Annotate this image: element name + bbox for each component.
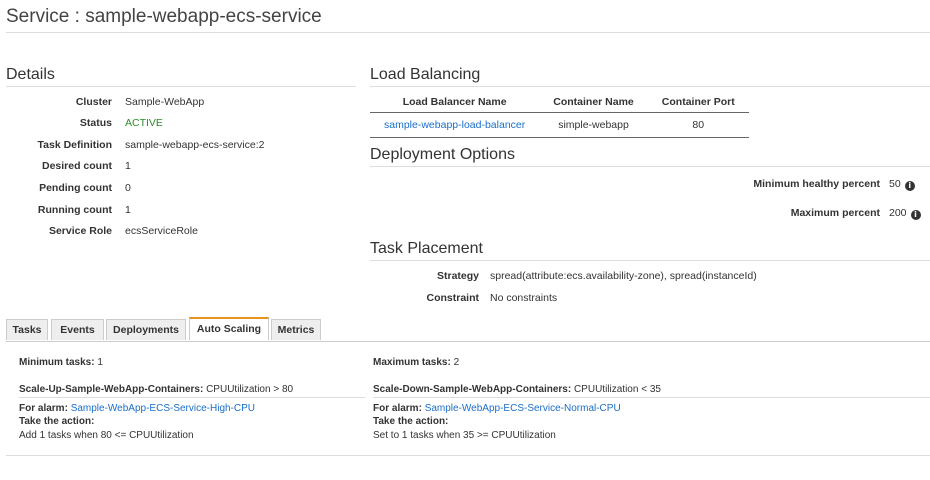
tab-events[interactable]: Events (51, 319, 104, 340)
running-count-label: Running count (37, 204, 112, 216)
scale-up-action: Add 1 tasks when 80 <= CPUUtilization (19, 430, 194, 441)
constraint-label: Constraint (426, 292, 480, 304)
details-title: Details (6, 66, 55, 83)
scale-down-action: Set to 1 tasks when 35 >= CPUUtilization (373, 430, 556, 441)
scale-down-alarm-label: For alarm: (373, 403, 422, 414)
min-healthy-percent-label: Minimum healthy percent (753, 178, 880, 190)
scale-up-condition: CPUUtilization > 80 (206, 384, 294, 395)
scale-up-alarm: For alarm: Sample-WebApp-ECS-Service-Hig… (19, 403, 255, 414)
panel-bottom-divider (6, 455, 930, 456)
cluster-label: Cluster (75, 96, 112, 108)
lb-name-cell: sample-webapp-load-balancer (370, 112, 540, 138)
scale-up-action-label: Take the action: (19, 416, 95, 427)
scale-down-condition: CPUUtilization < 35 (573, 384, 661, 395)
scale-up-divider (19, 397, 365, 398)
constraint-value: No constraints (490, 292, 558, 304)
load-balancing-title: Load Balancing (370, 66, 481, 83)
tab-divider (6, 341, 930, 342)
service-role-label: Service Role (48, 225, 112, 237)
max-tasks: Maximum tasks: 2 (373, 357, 459, 368)
scale-up-policy-name: Scale-Up-Sample-WebApp-Containers: (19, 384, 204, 395)
scale-down-policy-name: Scale-Down-Sample-WebApp-Containers: (373, 384, 572, 395)
task-placement-divider (370, 260, 930, 261)
max-percent-label: Maximum percent (790, 207, 880, 219)
scale-down-divider (373, 397, 930, 398)
tab-tasks[interactable]: Tasks (6, 319, 48, 340)
max-percent-value: 200 (889, 207, 907, 219)
page-title: Service : sample-webapp-ecs-service (6, 6, 322, 27)
deployment-options-divider (370, 166, 930, 167)
container-port-cell: 80 (647, 112, 749, 138)
load-balancer-table: Load Balancer Name Container Name Contai… (370, 93, 749, 138)
max-tasks-label: Maximum tasks: (373, 357, 451, 368)
scale-down-policy: Scale-Down-Sample-WebApp-Containers: CPU… (373, 384, 661, 395)
title-divider (6, 32, 930, 33)
table-row: sample-webapp-load-balancer simple-webap… (370, 112, 749, 138)
column-header-container-port: Container Port (647, 93, 749, 113)
scale-down-alarm-link[interactable]: Sample-WebApp-ECS-Service-Normal-CPU (425, 403, 621, 414)
tab-auto-scaling[interactable]: Auto Scaling (189, 317, 269, 340)
load-balancing-divider (370, 86, 930, 87)
scale-down-alarm: For alarm: Sample-WebApp-ECS-Service-Nor… (373, 403, 621, 414)
scale-down-action-label: Take the action: (373, 416, 449, 427)
desired-count-value: 1 (125, 160, 131, 172)
column-header-container-name: Container Name (539, 93, 648, 113)
load-balancer-link[interactable]: sample-webapp-load-balancer (384, 119, 525, 131)
running-count-value: 1 (125, 204, 131, 216)
task-placement-title: Task Placement (370, 240, 483, 257)
service-role-value: ecsServiceRole (125, 225, 198, 237)
status-label: Status (79, 117, 112, 129)
pending-count-label: Pending count (39, 182, 112, 194)
min-tasks-value: 1 (97, 357, 103, 368)
tab-metrics[interactable]: Metrics (271, 319, 321, 340)
min-healthy-percent-value: 50 (889, 178, 901, 190)
strategy-label: Strategy (436, 270, 479, 282)
task-definition-label: Task Definition (37, 139, 112, 151)
column-header-lb-name: Load Balancer Name (370, 93, 540, 113)
details-divider (6, 86, 356, 87)
min-healthy-percent: 50 i (889, 178, 915, 191)
status-value: ACTIVE (125, 117, 163, 129)
info-icon[interactable]: i (904, 181, 915, 191)
tab-deployments[interactable]: Deployments (106, 319, 186, 340)
max-percent: 200 i (889, 207, 921, 220)
container-name-cell: simple-webapp (539, 112, 648, 138)
scale-up-alarm-link[interactable]: Sample-WebApp-ECS-Service-High-CPU (71, 403, 255, 414)
task-definition-link[interactable]: sample-webapp-ecs-service:2 (125, 139, 264, 151)
scale-up-policy: Scale-Up-Sample-WebApp-Containers: CPUUt… (19, 384, 293, 395)
strategy-value: spread(attribute:ecs.availability-zone),… (490, 270, 757, 282)
max-tasks-value: 2 (453, 357, 460, 368)
desired-count-label: Desired count (41, 160, 112, 172)
scale-up-alarm-label: For alarm: (19, 403, 68, 414)
cluster-link[interactable]: Sample-WebApp (125, 96, 204, 108)
min-tasks-label: Minimum tasks: (19, 357, 95, 368)
table-header-row: Load Balancer Name Container Name Contai… (370, 93, 749, 113)
min-tasks: Minimum tasks: 1 (19, 357, 103, 368)
info-icon[interactable]: i (910, 210, 921, 220)
deployment-options-title: Deployment Options (370, 146, 515, 163)
pending-count-value: 0 (125, 182, 131, 194)
